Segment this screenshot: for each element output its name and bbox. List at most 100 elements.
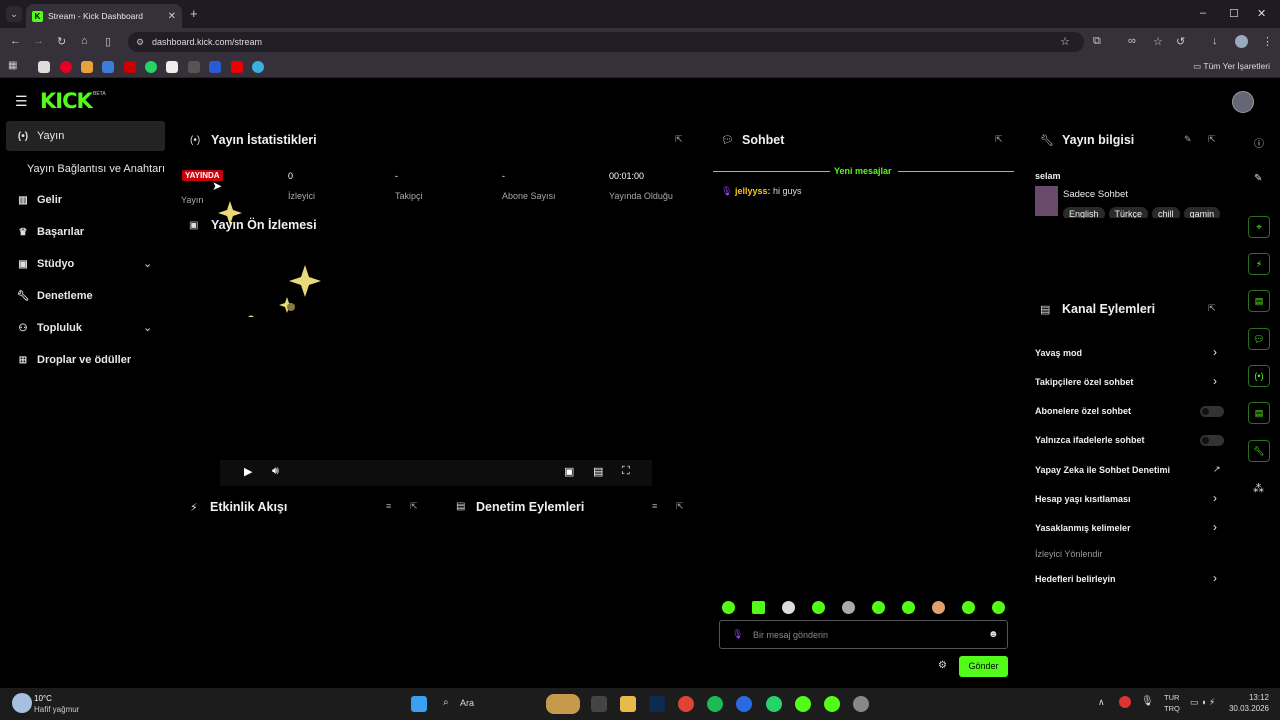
filter-icon[interactable]: ≡ [386,501,391,511]
widget-icon[interactable] [546,694,580,714]
user-avatar[interactable] [1232,91,1254,113]
slow-mode-item[interactable]: Yavaş mod [1035,348,1082,358]
sidebar-item-droplar[interactable]: ⊞ Droplar ve ödüller [16,354,131,366]
split-view-icon[interactable]: ▯ [105,35,111,48]
popout-icon[interactable]: ⇱ [1208,134,1216,145]
volume-icon[interactable]: 🔊︎ [272,465,279,478]
windows-start-icon[interactable] [411,696,427,712]
forward-icon[interactable]: → [33,35,44,47]
maximize-icon[interactable]: ☐ [1229,7,1239,20]
sidebar-item-denetleme[interactable]: 🔧︎ Denetleme [16,290,93,302]
chevron-right-icon[interactable]: › [1213,571,1217,585]
taskbar-search-label[interactable]: Ara [460,698,474,708]
sidebar-item-yayin[interactable]: (•) Yayın [16,130,64,142]
bookmark-site-icon[interactable] [252,61,264,73]
banned-words-item[interactable]: Yasaklanmış kelimeler [1035,523,1131,533]
reload-icon[interactable]: ↻ [57,35,66,48]
emote-icon[interactable] [902,601,915,614]
all-bookmarks-folder[interactable]: ▭ Tüm Yer İşaretleri [1193,61,1270,72]
chevron-right-icon[interactable]: › [1213,491,1217,505]
hamburger-menu-icon[interactable]: ☰ [15,93,28,110]
chat-input[interactable]: 🎙︎ Bir mesaj gönderin ☻ [719,620,1008,649]
play-icon[interactable]: ▶ [244,465,252,478]
rail-more-icon[interactable]: ⁂ [1253,482,1264,495]
tab-close-button[interactable]: ✕ [168,11,176,22]
chevron-down-icon[interactable]: ⌄ [143,257,152,270]
task-view-icon[interactable] [591,696,607,712]
bookmark-whatsapp-icon[interactable] [145,61,157,73]
sidebar-item-topluluk[interactable]: ⚇ Topluluk [16,322,83,334]
emote-icon[interactable] [782,601,795,614]
kick-app-icon[interactable] [795,696,811,712]
microphone-icon[interactable]: 🎙︎ [1141,696,1154,707]
edit-pencil-icon[interactable]: ✎ [1184,134,1192,145]
bookmark-youtube-icon[interactable] [231,61,243,73]
popout-icon[interactable]: ⇱ [1208,303,1216,314]
set-goals-item[interactable]: Hedefleri belirleyin [1035,574,1116,584]
reading-mode-icon[interactable]: ∞ [1128,35,1136,47]
popout-icon[interactable]: ⇱ [995,134,1003,145]
tab-list-button[interactable]: ⌄ [6,6,22,22]
whatsapp-icon[interactable] [766,696,782,712]
rail-chat-icon[interactable]: 💬︎ [1248,328,1270,350]
emote-icon[interactable] [752,601,765,614]
edit-pencil-icon[interactable]: ✎ [1254,173,1262,184]
history-icon[interactable]: ↺ [1176,35,1185,48]
favorites-icon[interactable]: ☆ [1153,35,1163,48]
sidebar-item-gelir[interactable]: ▥ Gelir [16,194,62,206]
emotes-only-toggle[interactable] [1200,435,1224,446]
chat-settings-gear-icon[interactable]: ⚙ [938,660,947,671]
bookmark-site-icon[interactable] [102,61,114,73]
bookmark-site-icon[interactable] [124,61,136,73]
emoji-icon[interactable]: ☻ [988,629,999,640]
rail-clipboard-icon[interactable]: ▤ [1248,290,1270,312]
network-icon[interactable]: ▭ ◖ ⚡︎ [1190,697,1215,708]
profile-avatar-icon[interactable] [1235,35,1248,48]
chrome-icon[interactable] [678,696,694,712]
followers-only-item[interactable]: Takipçilere özel sohbet [1035,377,1133,387]
search-icon[interactable]: ⌕ [443,697,449,708]
chevron-right-icon[interactable]: › [1213,345,1217,359]
emote-icon[interactable] [812,601,825,614]
download-icon[interactable]: ↓ [1212,35,1218,47]
apps-grid-icon[interactable]: ▦ [8,60,17,71]
chevron-down-icon[interactable]: ⌄ [143,321,152,334]
bookmark-threads-icon[interactable] [38,61,50,73]
emote-icon[interactable] [932,601,945,614]
app-icon[interactable] [853,696,869,712]
browser-menu-icon[interactable]: ⋮ [1262,35,1273,48]
spotify-icon[interactable] [707,696,723,712]
rail-focus-icon[interactable]: ⌖ [1248,216,1270,238]
rail-wrench-icon[interactable]: 🔧︎ [1248,440,1270,462]
weather-icon[interactable] [12,693,32,713]
kick-app-icon[interactable] [824,696,840,712]
sidebar-item-stream-key[interactable]: Yayın Bağlantısı ve Anahtarı [27,163,165,175]
filter-icon[interactable]: ≡ [652,501,657,511]
popout-icon[interactable]: ⇱ [410,501,418,512]
external-link-icon[interactable]: ↗ [1213,464,1221,475]
tray-overflow-icon[interactable]: ∧ [1098,697,1105,708]
viewer-redirect-item[interactable]: İzleyici Yönlendir [1035,549,1102,559]
sidebar-item-basarilar[interactable]: ♛ Başarılar [16,226,85,238]
bookmark-site-icon[interactable] [166,61,178,73]
pip-icon[interactable]: ▣ [564,465,574,478]
bookmark-pinterest-icon[interactable] [60,61,72,73]
popout-icon[interactable]: ⇱ [675,134,683,145]
file-explorer-icon[interactable] [620,696,636,712]
site-info-icon[interactable]: ⚙ [136,32,144,52]
category-thumbnail[interactable] [1035,186,1058,216]
app-icon[interactable] [736,696,752,712]
lang-top[interactable]: TUR [1164,693,1179,702]
emote-icon[interactable] [992,601,1005,614]
info-icon[interactable]: ⓘ [1254,135,1264,150]
emote-icon[interactable] [842,601,855,614]
rail-lightning-icon[interactable]: ⚡︎ [1248,253,1270,275]
lang-bottom[interactable]: TRQ [1164,704,1180,713]
emote-icon[interactable] [722,601,735,614]
send-button[interactable]: Gönder [959,656,1008,677]
extensions-icon[interactable]: ⧉ [1093,35,1101,48]
photoshop-icon[interactable] [649,696,665,712]
back-icon[interactable]: ← [10,35,21,47]
popout-icon[interactable]: ⇱ [676,501,684,512]
sidebar-item-studyo[interactable]: ▣ Stüdyo [16,258,74,270]
